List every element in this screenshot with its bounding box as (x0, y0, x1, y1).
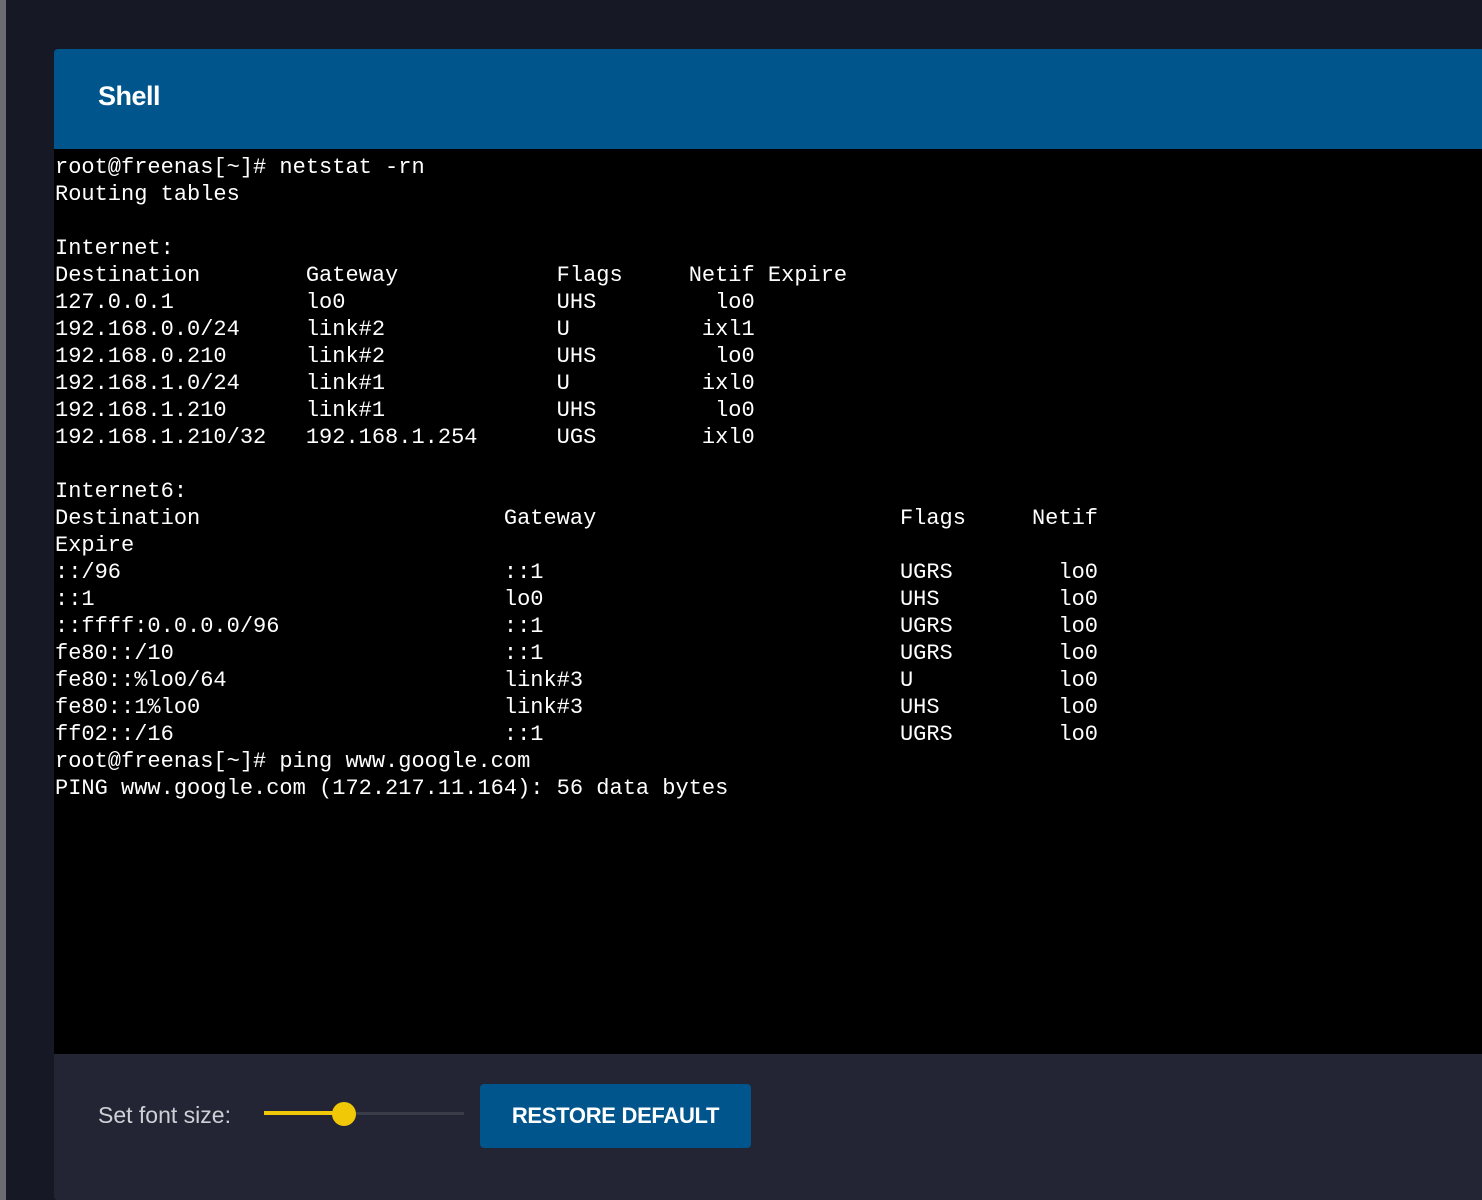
shell-card: Shell root@freenas[~]# netstat -rn Routi… (54, 49, 1482, 1200)
terminal[interactable]: root@freenas[~]# netstat -rn Routing tab… (54, 149, 1482, 1054)
card-header: Shell (54, 49, 1482, 149)
font-size-slider[interactable] (264, 1102, 464, 1126)
page-title: Shell (98, 81, 161, 111)
restore-default-button[interactable]: RESTORE DEFAULT (480, 1084, 751, 1148)
shell-footer: Set font size: RESTORE DEFAULT (54, 1054, 1482, 1200)
terminal-output: root@freenas[~]# netstat -rn Routing tab… (55, 155, 1098, 801)
font-size-label: Set font size: (98, 1102, 231, 1128)
slider-thumb[interactable] (332, 1102, 356, 1126)
window-edge (0, 0, 6, 1200)
